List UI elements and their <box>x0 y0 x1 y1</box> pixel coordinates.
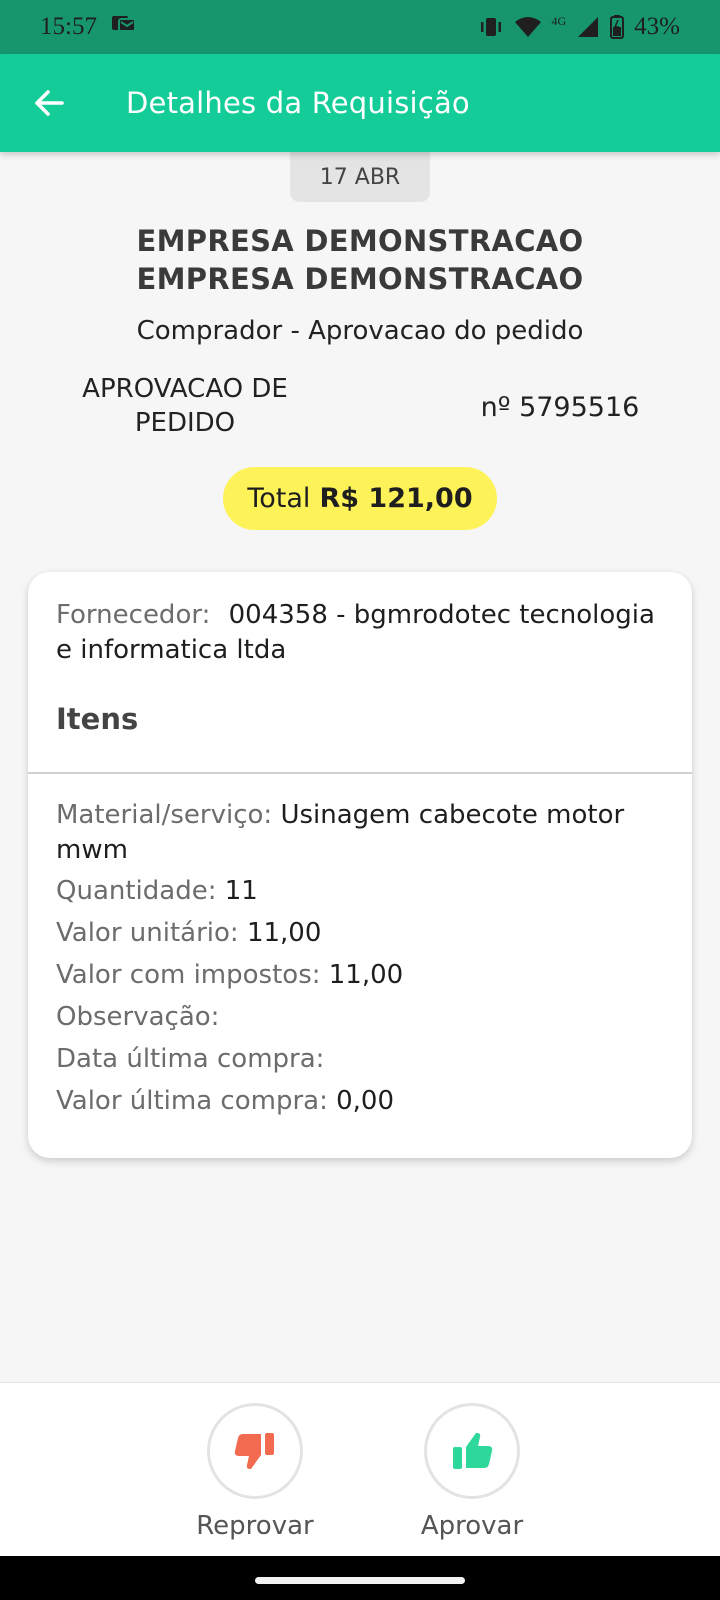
requisition-card: Fornecedor: 004358 - bgmrodotec tecnolog… <box>28 572 692 1158</box>
battery-percent: 43% <box>634 13 680 40</box>
approve-circle[interactable] <box>424 1403 520 1499</box>
item-last-purchase-date-row: Data última compra: <box>56 1042 666 1077</box>
observation-label: Observação: <box>56 1002 220 1032</box>
home-indicator[interactable] <box>255 1577 465 1584</box>
item-unit-price-row: Valor unitário: 11,00 <box>56 916 666 951</box>
last-purchase-date-label: Data última compra: <box>56 1044 325 1074</box>
network-type: 4G <box>551 13 567 28</box>
items-heading: Itens <box>56 702 139 736</box>
total-badge: Total R$ 121,00 <box>223 467 497 530</box>
company-name: EMPRESA DEMONSTRACAO EMPRESA DEMONSTRACA… <box>0 222 720 298</box>
company-line-2: EMPRESA DEMONSTRACAO <box>136 262 584 296</box>
reject-button[interactable]: Reprovar <box>180 1403 330 1541</box>
reject-circle[interactable] <box>207 1403 303 1499</box>
approve-label: Aprovar <box>420 1511 524 1541</box>
approval-role: Comprador - Aprovacao do pedido <box>136 316 584 346</box>
supplier-label: Fornecedor: <box>56 600 211 630</box>
last-purchase-value-label: Valor última compra: <box>56 1086 328 1116</box>
battery-icon <box>610 15 625 39</box>
item-observation-row: Observação: <box>56 1000 666 1035</box>
item-details: Material/serviço: Usinagem cabecote moto… <box>56 798 666 1126</box>
notification-icon <box>111 13 137 42</box>
unit-price-label: Valor unitário: <box>56 918 239 948</box>
app-bar: Detalhes da Requisição <box>0 54 720 152</box>
material-label: Material/serviço: <box>56 800 273 830</box>
taxed-price-value: 11,00 <box>328 960 404 990</box>
back-button[interactable] <box>24 78 74 128</box>
item-last-purchase-value-row: Valor última compra: 0,00 <box>56 1084 666 1119</box>
request-number: nº 5795516 <box>480 392 640 423</box>
divider <box>28 772 692 774</box>
thumbs-up-icon <box>453 1433 493 1469</box>
total-value: R$ 121,00 <box>319 483 473 514</box>
item-material-row: Material/serviço: Usinagem cabecote moto… <box>56 798 666 868</box>
supplier-info: Fornecedor: 004358 - bgmrodotec tecnolog… <box>56 598 666 668</box>
status-bar: 15:57 4G 43% <box>0 0 720 54</box>
total-label: Total <box>247 483 311 514</box>
unit-price-value: 11,00 <box>246 918 322 948</box>
last-purchase-value-value: 0,00 <box>336 1086 395 1116</box>
request-type: APROVACAO DE PEDIDO <box>50 372 320 440</box>
request-type-line-2: PEDIDO <box>134 408 236 438</box>
status-time: 15:57 <box>40 13 97 40</box>
item-quantity-row: Quantidade: 11 <box>56 874 666 909</box>
arrow-left-icon <box>35 90 64 116</box>
reject-label: Reprovar <box>196 1511 314 1541</box>
date-chip: 17 ABR <box>290 152 430 202</box>
taxed-price-label: Valor com impostos: <box>56 960 321 990</box>
action-bar: Reprovar Aprovar <box>0 1382 720 1556</box>
thumbs-down-icon <box>234 1433 274 1469</box>
wifi-icon <box>514 16 542 38</box>
vibrate-icon <box>478 16 504 38</box>
item-taxed-price-row: Valor com impostos: 11,00 <box>56 958 666 993</box>
quantity-value: 11 <box>224 876 258 906</box>
company-line-1: EMPRESA DEMONSTRACAO <box>136 224 584 258</box>
approve-button[interactable]: Aprovar <box>397 1403 547 1541</box>
page-title: Detalhes da Requisição <box>126 86 470 120</box>
quantity-label: Quantidade: <box>56 876 217 906</box>
system-nav-bar <box>0 1556 720 1600</box>
signal-icon <box>576 16 600 38</box>
request-type-line-1: APROVACAO DE <box>82 374 288 404</box>
